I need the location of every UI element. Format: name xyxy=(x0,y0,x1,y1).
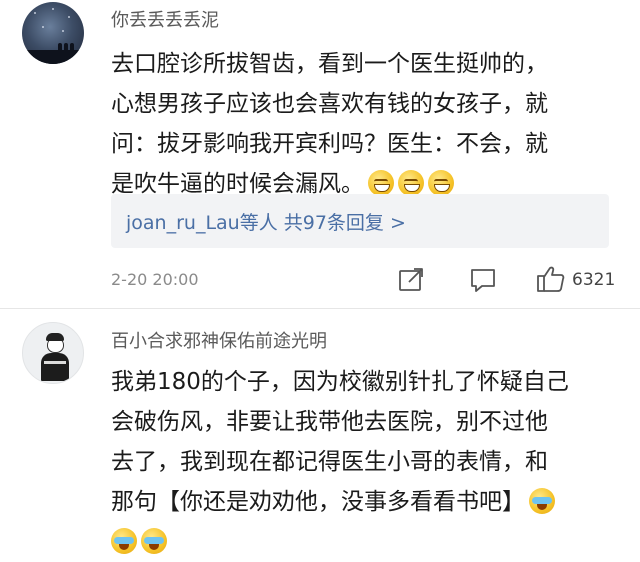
avatar-star xyxy=(42,26,44,28)
comment-text-line: 心想男孩子应该也会喜欢有钱的女孩子，就 xyxy=(111,91,548,117)
avatar-ground xyxy=(22,50,84,64)
comment-text-line: 会破伤风，非要让我带他去医院，别不过他 xyxy=(111,409,548,435)
comment-divider xyxy=(0,308,640,309)
comment-text-line: 去口腔诊所拔智齿，看到一个医生挺帅的， xyxy=(111,51,548,77)
user-avatar[interactable] xyxy=(22,322,84,384)
comment-username[interactable]: 你丢丢丢丢泥 xyxy=(111,6,219,32)
cry-laugh-emoji-icon xyxy=(529,488,555,514)
reply-summary-link[interactable]: joan_ru_Lau等人 共97条回复 > xyxy=(126,208,406,235)
share-icon[interactable] xyxy=(394,262,428,296)
cry-laugh-emoji-icon xyxy=(111,528,137,554)
grin-emoji-icon xyxy=(428,170,454,196)
comment-text-line: 问：拔牙影响我开宾利吗？医生：不会，就 xyxy=(111,131,548,157)
comment-username[interactable]: 百小合求邪神保佑前途光明 xyxy=(111,327,327,353)
comment-text-line: 我弟180的个子，因为校徽别针扎了怀疑自己 xyxy=(111,369,569,395)
reply-summary-box[interactable]: joan_ru_Lau等人 共97条回复 > xyxy=(111,194,609,248)
user-avatar[interactable] xyxy=(22,2,84,64)
like-icon[interactable] xyxy=(534,262,568,296)
avatar-star xyxy=(52,8,54,10)
comment-date: 2-20 20:00 xyxy=(111,270,199,289)
avatar-hair xyxy=(46,333,64,341)
avatar-body xyxy=(41,353,69,381)
comment-text-line: 那句【你还是劝劝他，没事多看看书吧】 xyxy=(111,489,525,515)
cry-laugh-emoji-icon xyxy=(141,528,167,554)
avatar-shirt-print xyxy=(44,361,66,364)
comment-text-line-with-emoji: 那句【你还是劝劝他，没事多看看书吧】 xyxy=(111,482,611,522)
reply-count[interactable]: 等人 共97条回复 > xyxy=(240,212,406,234)
avatar-star xyxy=(68,16,70,18)
grin-emoji-icon xyxy=(368,170,394,196)
emoji-line xyxy=(111,522,611,562)
like-count: 6321 xyxy=(572,270,616,290)
reply-username[interactable]: joan_ru_Lau xyxy=(126,212,240,234)
comment-icon[interactable] xyxy=(466,262,500,296)
avatar-star xyxy=(34,12,36,14)
comment-text-line: 去了，我到现在都记得医生小哥的表情，和 xyxy=(111,449,548,475)
comment-text: 我弟180的个子，因为校徽别针扎了怀疑自己 会破伤风，非要让我带他去医院，别不过… xyxy=(111,362,611,562)
comment-text: 去口腔诊所拔智齿，看到一个医生挺帅的， 心想男孩子应该也会喜欢有钱的女孩子，就 … xyxy=(111,44,611,204)
grin-emoji-icon xyxy=(398,170,424,196)
avatar-star xyxy=(62,30,64,32)
